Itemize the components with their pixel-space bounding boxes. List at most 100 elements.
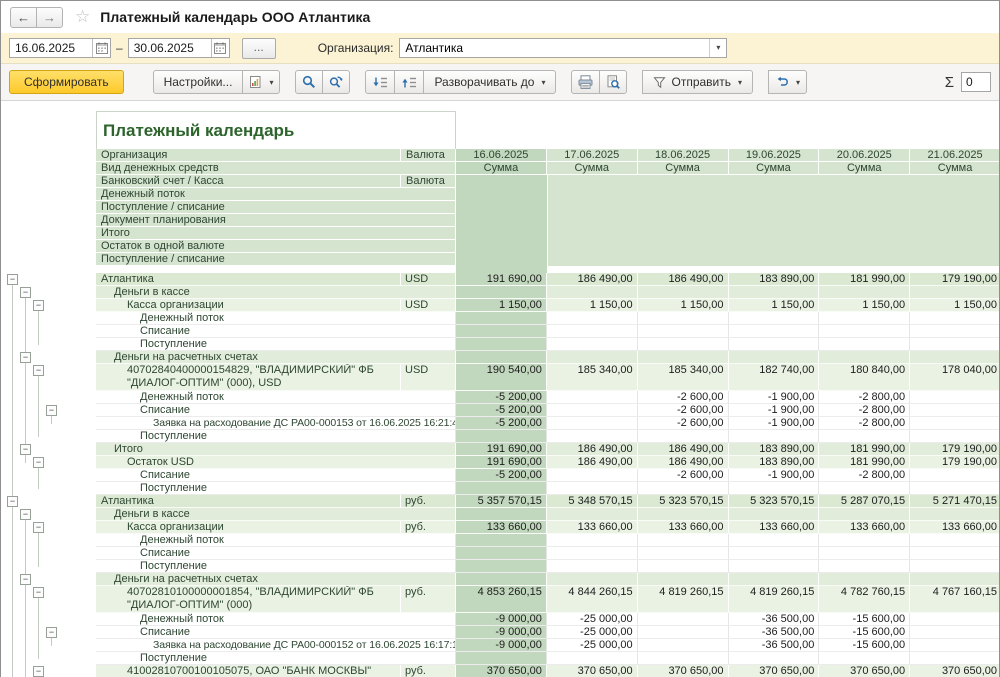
amount-cell[interactable]: 186 490,00 bbox=[638, 443, 729, 456]
tree-expand-box[interactable]: − bbox=[33, 457, 44, 468]
amount-cell[interactable]: -2 800,00 bbox=[819, 404, 910, 417]
amount-cell[interactable]: 133 660,00 bbox=[547, 521, 638, 534]
amount-cell[interactable]: 5 323 570,15 bbox=[729, 495, 820, 508]
amount-cell[interactable] bbox=[819, 430, 910, 443]
generate-button[interactable]: Сформировать bbox=[9, 70, 124, 94]
amount-cell[interactable] bbox=[638, 560, 729, 573]
row-label-cell[interactable]: Списание bbox=[96, 626, 456, 639]
amount-cell[interactable] bbox=[910, 560, 999, 573]
amount-cell[interactable] bbox=[910, 639, 999, 652]
row-label-cell[interactable]: 41002810700100105075, ОАО "БАНК МОСКВЫ" bbox=[96, 665, 401, 677]
amount-cell[interactable] bbox=[910, 312, 999, 325]
amount-header-cell[interactable]: Сумма bbox=[547, 162, 638, 175]
amount-cell[interactable] bbox=[638, 652, 729, 665]
amount-cell[interactable]: -5 200,00 bbox=[456, 391, 547, 404]
row-label-cell[interactable]: Касса организации bbox=[96, 521, 401, 534]
amount-cell[interactable]: -2 600,00 bbox=[638, 391, 729, 404]
favorites-star-icon[interactable]: ☆ bbox=[75, 7, 90, 27]
currency-cell[interactable]: руб. bbox=[401, 521, 456, 534]
amount-cell[interactable]: -5 200,00 bbox=[456, 469, 547, 482]
amount-cell[interactable] bbox=[910, 547, 999, 560]
row-label-cell[interactable]: Деньги в кассе bbox=[96, 286, 456, 299]
amount-cell[interactable]: 4 853 260,15 bbox=[456, 586, 547, 613]
amount-cell[interactable]: -5 200,00 bbox=[456, 404, 547, 417]
amount-cell[interactable] bbox=[547, 534, 638, 547]
amount-cell[interactable] bbox=[910, 391, 999, 404]
organization-combobox[interactable]: Атлантика ▾ bbox=[399, 38, 727, 58]
print-preview-button[interactable] bbox=[599, 70, 627, 94]
amount-cell[interactable]: 191 690,00 bbox=[456, 443, 547, 456]
row-label-cell[interactable]: Денежный поток bbox=[96, 613, 456, 626]
amount-cell[interactable]: 186 490,00 bbox=[547, 456, 638, 469]
amount-cell[interactable] bbox=[547, 391, 638, 404]
amount-cell[interactable]: 4 844 260,15 bbox=[547, 586, 638, 613]
amount-cell[interactable] bbox=[456, 286, 547, 299]
amount-cell[interactable] bbox=[547, 312, 638, 325]
header-currency-label[interactable]: Валюта bbox=[401, 149, 456, 162]
amount-cell[interactable]: 185 340,00 bbox=[638, 364, 729, 391]
amount-cell[interactable] bbox=[910, 469, 999, 482]
row-label-cell[interactable]: Деньги на расчетных счетах bbox=[96, 573, 456, 586]
amount-cell[interactable] bbox=[910, 626, 999, 639]
tree-expand-box[interactable]: − bbox=[7, 274, 18, 285]
amount-cell[interactable]: 370 650,00 bbox=[456, 665, 547, 677]
amount-cell[interactable] bbox=[729, 652, 820, 665]
amount-cell[interactable]: 370 650,00 bbox=[729, 665, 820, 677]
amount-cell[interactable] bbox=[456, 338, 547, 351]
amount-header-cell[interactable]: Сумма bbox=[910, 162, 999, 175]
amount-cell[interactable] bbox=[819, 286, 910, 299]
amount-cell[interactable]: 5 348 570,15 bbox=[547, 495, 638, 508]
amount-cell[interactable]: 181 990,00 bbox=[819, 456, 910, 469]
forward-button[interactable]: → bbox=[36, 7, 63, 28]
row-label-cell[interactable]: Деньги в кассе bbox=[96, 508, 456, 521]
amount-cell[interactable] bbox=[547, 286, 638, 299]
amount-cell[interactable]: -1 900,00 bbox=[729, 469, 820, 482]
amount-cell[interactable]: 5 323 570,15 bbox=[638, 495, 729, 508]
amount-header-cell[interactable]: Сумма bbox=[729, 162, 820, 175]
amount-cell[interactable] bbox=[819, 338, 910, 351]
amount-cell[interactable]: 181 990,00 bbox=[819, 273, 910, 286]
amount-cell[interactable]: 133 660,00 bbox=[910, 521, 999, 534]
amount-cell[interactable]: -9 000,00 bbox=[456, 639, 547, 652]
tree-expand-box[interactable]: − bbox=[33, 666, 44, 677]
amount-cell[interactable] bbox=[456, 547, 547, 560]
amount-cell[interactable] bbox=[456, 312, 547, 325]
amount-cell[interactable] bbox=[638, 482, 729, 495]
amount-cell[interactable] bbox=[910, 613, 999, 626]
currency-cell[interactable]: руб. bbox=[401, 665, 456, 677]
amount-cell[interactable]: 186 490,00 bbox=[547, 443, 638, 456]
amount-cell[interactable]: 4 782 760,15 bbox=[819, 586, 910, 613]
amount-cell[interactable]: -2 800,00 bbox=[819, 469, 910, 482]
amount-cell[interactable] bbox=[547, 325, 638, 338]
row-label-cell[interactable]: Списание bbox=[96, 404, 456, 417]
amount-cell[interactable] bbox=[638, 312, 729, 325]
amount-cell[interactable] bbox=[547, 430, 638, 443]
amount-cell[interactable]: 181 990,00 bbox=[819, 443, 910, 456]
amount-cell[interactable]: -2 800,00 bbox=[819, 391, 910, 404]
date-to-value[interactable]: 30.06.2025 bbox=[129, 41, 211, 55]
amount-cell[interactable]: 179 190,00 bbox=[910, 273, 999, 286]
amount-cell[interactable] bbox=[456, 573, 547, 586]
amount-cell[interactable]: 1 150,00 bbox=[547, 299, 638, 312]
amount-cell[interactable]: 179 190,00 bbox=[910, 456, 999, 469]
amount-cell[interactable] bbox=[547, 469, 638, 482]
amount-cell[interactable]: -1 900,00 bbox=[729, 417, 820, 430]
header-currency-label[interactable]: Валюта bbox=[401, 175, 456, 188]
header-row-label[interactable]: Остаток в одной валюте bbox=[96, 240, 456, 253]
amount-cell[interactable] bbox=[729, 351, 820, 364]
amount-header-cell[interactable]: Сумма bbox=[638, 162, 729, 175]
tree-expand-box[interactable]: − bbox=[33, 300, 44, 311]
tree-expand-box[interactable]: − bbox=[7, 496, 18, 507]
date-header-cell[interactable]: 21.06.2025 bbox=[910, 149, 999, 162]
amount-cell[interactable] bbox=[638, 351, 729, 364]
amount-cell[interactable] bbox=[910, 338, 999, 351]
amount-cell[interactable] bbox=[638, 430, 729, 443]
amount-cell[interactable] bbox=[547, 508, 638, 521]
amount-cell[interactable] bbox=[547, 404, 638, 417]
amount-cell[interactable] bbox=[638, 286, 729, 299]
amount-cell[interactable]: 190 540,00 bbox=[456, 364, 547, 391]
amount-cell[interactable]: 5 357 570,15 bbox=[456, 495, 547, 508]
amount-cell[interactable]: -25 000,00 bbox=[547, 639, 638, 652]
amount-cell[interactable]: 1 150,00 bbox=[729, 299, 820, 312]
amount-cell[interactable] bbox=[638, 613, 729, 626]
